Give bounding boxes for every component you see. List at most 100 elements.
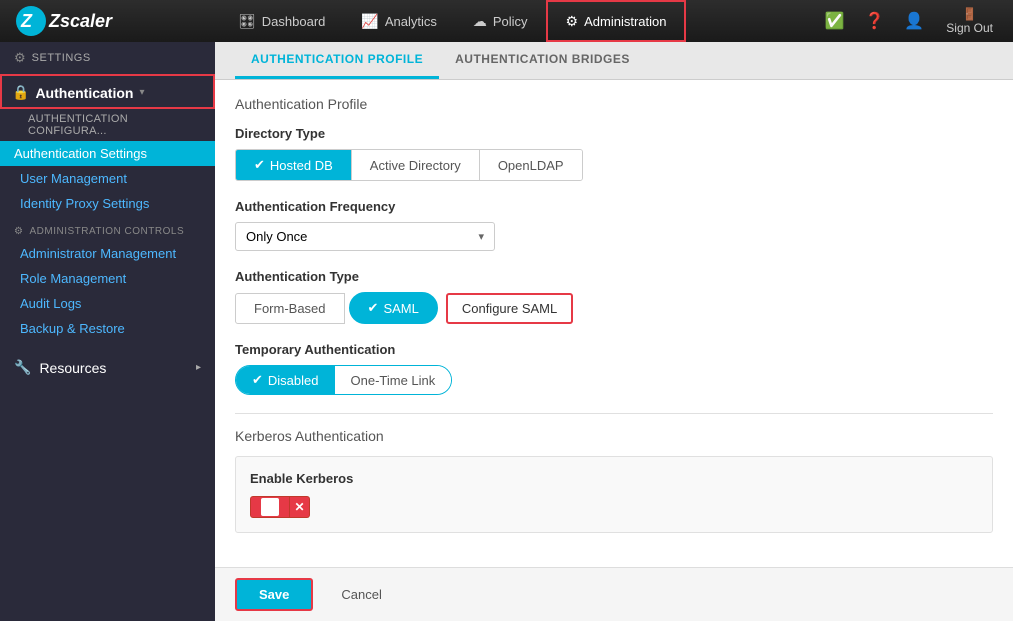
- temp-auth-label: Temporary Authentication: [235, 342, 993, 357]
- sidebar-auth-settings[interactable]: Authentication Settings: [0, 141, 215, 166]
- auth-frequency-label: Authentication Frequency: [235, 199, 993, 214]
- identity-proxy-label: Identity Proxy Settings: [20, 196, 149, 211]
- zscaler-logo: Z Zscaler: [15, 5, 112, 37]
- kerberos-inner: Enable Kerberos ✕: [235, 456, 993, 533]
- top-navigation: Z Zscaler 🎛 Dashboard 📈 Analytics ☁ Poli…: [0, 0, 1013, 42]
- auth-type-buttons: Form-Based ✔ SAML Configure SAML: [235, 292, 993, 324]
- settings-label: Settings: [32, 52, 91, 64]
- logo-icon: Z: [15, 5, 47, 37]
- sidebar: ⚙ Settings 🔒 Authentication ▾ AUTHENTICA…: [0, 42, 215, 621]
- signout-button[interactable]: 🚪 Sign Out: [936, 1, 1003, 41]
- temp-auth-group: Temporary Authentication ✔ Disabled One-…: [235, 342, 993, 395]
- audit-logs-label: Audit Logs: [20, 296, 81, 311]
- save-label: Save: [259, 587, 289, 602]
- active-directory-label: Active Directory: [370, 158, 461, 173]
- save-button[interactable]: Save: [235, 578, 313, 611]
- active-directory-button[interactable]: Active Directory: [352, 150, 480, 180]
- nav-administration[interactable]: ⚙ Administration: [546, 0, 687, 42]
- save-bar: Save Cancel: [215, 567, 1013, 621]
- nav-policy[interactable]: ☁ Policy: [455, 0, 546, 42]
- signout-label: Sign Out: [946, 21, 993, 35]
- sidebar-admin-management[interactable]: Administrator Management: [0, 241, 215, 266]
- auth-type-group: Authentication Type Form-Based ✔ SAML Co…: [235, 269, 993, 324]
- analytics-icon: 📈: [361, 13, 378, 30]
- toggle-off-box[interactable]: [250, 496, 290, 518]
- tab-bridges-label: AUTHENTICATION BRIDGES: [455, 52, 630, 66]
- tab-auth-bridges[interactable]: AUTHENTICATION BRIDGES: [439, 42, 646, 79]
- enable-kerberos-label: Enable Kerberos: [250, 471, 978, 486]
- openldap-label: OpenLDAP: [498, 158, 564, 173]
- configure-saml-label: Configure SAML: [462, 301, 557, 316]
- saml-button[interactable]: ✔ SAML: [349, 292, 438, 324]
- resources-label: Resources: [39, 360, 106, 376]
- sidebar-user-management[interactable]: User Management: [0, 166, 215, 191]
- kerberos-toggle[interactable]: ✕: [250, 496, 978, 518]
- configure-saml-button[interactable]: Configure SAML: [446, 293, 573, 324]
- admin-controls-header: ⚙ ADMINISTRATION CONTROLS: [0, 216, 215, 241]
- nav-items: 🎛 Dashboard 📈 Analytics ☁ Policy ⚙ Admin…: [220, 0, 817, 42]
- nav-dashboard-label: Dashboard: [262, 14, 326, 29]
- sidebar-role-management[interactable]: Role Management: [0, 266, 215, 291]
- backup-restore-label: Backup & Restore: [20, 321, 125, 336]
- main-area: ⚙ Settings 🔒 Authentication ▾ AUTHENTICA…: [0, 42, 1013, 621]
- toggle-x-box[interactable]: ✕: [290, 496, 310, 518]
- hosted-db-label: Hosted DB: [270, 158, 333, 173]
- caret-down-icon: ▾: [139, 87, 144, 98]
- auth-settings-label: Authentication Settings: [14, 146, 147, 161]
- nav-dashboard[interactable]: 🎛 Dashboard: [220, 0, 343, 42]
- checklist-icon-btn[interactable]: ✅: [817, 5, 853, 37]
- auth-frequency-value: Only Once: [246, 229, 307, 244]
- dropdown-arrow-icon: ▾: [478, 230, 484, 243]
- logo-text: Zscaler: [49, 11, 112, 32]
- user-icon-btn[interactable]: 👤: [896, 5, 932, 37]
- settings-header: ⚙ Settings: [0, 42, 215, 74]
- disabled-check-icon: ✔: [252, 372, 263, 388]
- nav-policy-label: Policy: [493, 14, 528, 29]
- sidebar-auth-config[interactable]: AUTHENTICATION CONFIGURA...: [0, 109, 215, 141]
- form-based-label: Form-Based: [254, 301, 326, 316]
- nav-right-icons: ✅ ❓ 👤 🚪 Sign Out: [817, 1, 1003, 41]
- content-area: AUTHENTICATION PROFILE AUTHENTICATION BR…: [215, 42, 1013, 621]
- admin-management-label: Administrator Management: [20, 246, 176, 261]
- disabled-button[interactable]: ✔ Disabled: [236, 366, 335, 394]
- form-based-button[interactable]: Form-Based: [235, 293, 345, 324]
- tab-profile-label: AUTHENTICATION PROFILE: [251, 52, 423, 66]
- authentication-title: Authentication: [35, 85, 133, 101]
- nav-analytics[interactable]: 📈 Analytics: [343, 0, 454, 42]
- nav-analytics-label: Analytics: [385, 14, 437, 29]
- one-time-link-button[interactable]: One-Time Link: [335, 366, 452, 394]
- saml-label: SAML: [383, 301, 418, 316]
- toggle-white-indicator: [261, 498, 279, 516]
- kerberos-section: Kerberos Authentication Enable Kerberos …: [235, 413, 993, 533]
- hosted-db-button[interactable]: ✔ Hosted DB: [236, 150, 352, 180]
- sidebar-audit-logs[interactable]: Audit Logs: [0, 291, 215, 316]
- kerberos-title: Kerberos Authentication: [235, 428, 993, 444]
- logo-area: Z Zscaler: [10, 5, 220, 37]
- admin-controls-label: ADMINISTRATION CONTROLS: [29, 226, 184, 237]
- form-content: Authentication Profile Directory Type ✔ …: [215, 80, 1013, 567]
- help-icon-btn[interactable]: ❓: [856, 5, 892, 37]
- sidebar-backup-restore[interactable]: Backup & Restore: [0, 316, 215, 341]
- policy-icon: ☁: [473, 13, 487, 30]
- lock-icon: 🔒: [12, 84, 29, 101]
- cancel-label: Cancel: [341, 587, 381, 602]
- role-management-label: Role Management: [20, 271, 126, 286]
- user-management-label: User Management: [20, 171, 127, 186]
- disabled-label: Disabled: [268, 373, 319, 388]
- saml-check-icon: ✔: [368, 300, 379, 316]
- authentication-group[interactable]: 🔒 Authentication ▾: [0, 74, 215, 109]
- svg-text:Z: Z: [20, 11, 33, 31]
- sidebar-identity-proxy[interactable]: Identity Proxy Settings: [0, 191, 215, 216]
- tab-auth-profile[interactable]: AUTHENTICATION PROFILE: [235, 42, 439, 79]
- tab-bar: AUTHENTICATION PROFILE AUTHENTICATION BR…: [215, 42, 1013, 80]
- temp-auth-buttons: ✔ Disabled One-Time Link: [235, 365, 452, 395]
- directory-type-label: Directory Type: [235, 126, 993, 141]
- openldap-button[interactable]: OpenLDAP: [480, 150, 582, 180]
- cancel-button[interactable]: Cancel: [325, 580, 397, 609]
- settings-gear-icon: ⚙: [14, 50, 26, 66]
- resources-group[interactable]: 🔧 Resources ▸: [0, 351, 215, 382]
- signout-icon: 🚪: [962, 7, 977, 21]
- one-time-link-label: One-Time Link: [351, 373, 436, 388]
- auth-frequency-dropdown[interactable]: Only Once ▾: [235, 222, 495, 251]
- directory-type-buttons: ✔ Hosted DB Active Directory OpenLDAP: [235, 149, 583, 181]
